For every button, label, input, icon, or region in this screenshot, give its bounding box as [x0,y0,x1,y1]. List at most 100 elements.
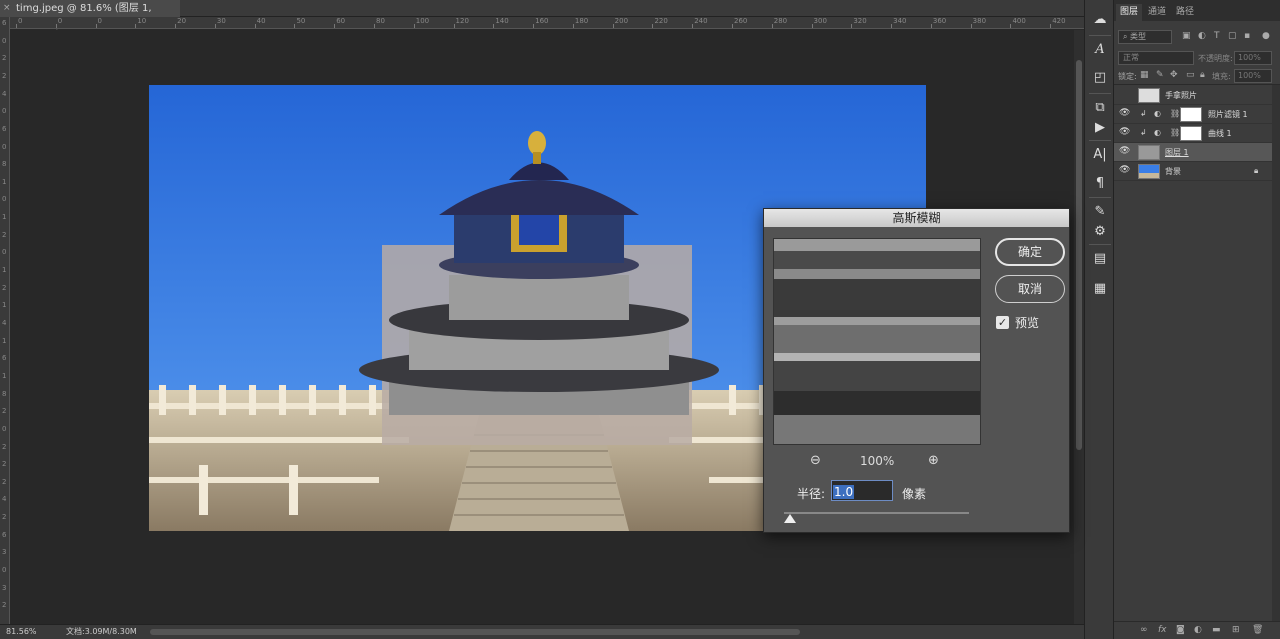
visibility-eye-icon[interactable]: 👁︎ [1119,165,1130,175]
fx-icon[interactable]: fx [1158,625,1167,635]
visibility-eye-icon[interactable]: 👁︎ [1119,127,1130,137]
ruler-tick-label: 1 [2,177,7,186]
link-layers-icon[interactable]: ∞ [1140,625,1148,635]
cc-libraries-icon[interactable]: ☁ [1090,10,1110,30]
new-group-icon[interactable]: ▬ [1212,625,1221,635]
lock-position-icon[interactable]: ✥ [1170,70,1178,80]
ruler-tick-label: 8 [2,389,7,398]
radius-input[interactable]: 1.0 [831,480,893,501]
layer-thumbnail [1138,164,1160,179]
ruler-tick [453,24,455,28]
clip-arrow-icon: ↲ [1140,109,1147,118]
ruler-tick-label: 140 [495,17,509,25]
preview-checkbox[interactable]: ✓ [996,316,1009,329]
pixel-filter-icon[interactable]: ▣ [1182,31,1191,41]
new-adjustment-icon[interactable]: ◐ [1194,625,1202,635]
ruler-tick [413,24,415,28]
layer-thumbnail [1138,145,1160,160]
zoom-level[interactable]: 81.56% [6,625,37,639]
lock-all-icon[interactable]: 🔒︎ [1200,70,1205,80]
character-icon[interactable]: A [1090,40,1110,60]
blend-mode-select[interactable]: 正常 [1118,51,1194,65]
paragraph-icon[interactable]: ¶ [1090,174,1110,194]
brush-icon[interactable]: ✎ [1090,202,1110,222]
ruler-tick-label: 0 [2,107,7,116]
panel-tabs: 图层 通道 路径 [1114,0,1280,21]
ruler-tick-label: 0 [2,566,7,575]
grid-icon[interactable]: ▦ [1090,279,1110,299]
adjustments-icon[interactable]: ⚙ [1090,222,1110,242]
radius-slider-thumb[interactable] [784,514,796,523]
fill-field[interactable]: 100% [1234,69,1272,83]
layer-row[interactable]: 👁︎ ↲ ◐ ⛓ 曲线 1 [1114,124,1272,143]
ruler-tick-label: 4 [2,89,7,98]
shape-filter-icon[interactable]: ▢ [1228,31,1237,41]
actions-icon[interactable]: ▶ [1090,118,1110,138]
opacity-field[interactable]: 100% [1234,51,1272,65]
radius-slider-track[interactable] [784,512,969,514]
layer-row[interactable]: 手拿照片 [1114,86,1272,105]
glyph-icon[interactable]: ◰ [1090,68,1110,88]
smart-object-filter-icon[interactable]: ▪ [1244,31,1250,41]
dialog-title[interactable]: 高斯模糊 [764,209,1069,227]
add-mask-icon[interactable]: ◙ [1176,625,1185,635]
filter-toggle-icon[interactable]: ● [1262,31,1270,41]
zoom-out-icon[interactable]: ⊖ [810,453,821,468]
canvas-vertical-scrollbar[interactable] [1076,60,1082,450]
ruler-tick-label: 280 [773,17,788,25]
new-layer-icon[interactable]: ⊞ [1232,625,1240,635]
ruler-tick-label: 0 [2,36,7,45]
tab-layers[interactable]: 图层 [1116,4,1143,21]
canvas-horizontal-scrollbar[interactable] [150,629,800,635]
horizontal-ruler[interactable]: 0 0 0 10 20 30 40 50 60 80 100 120 140 160 180 200 220 24… [10,17,1084,29]
paragraph-style-icon[interactable]: A| [1090,145,1110,165]
close-tab-icon[interactable]: × [3,0,11,17]
ruler-tick [1010,24,1012,28]
ruler-tick [493,24,495,28]
ruler-tick-label: 6 [2,19,7,27]
divider [1089,140,1111,141]
delete-layer-icon[interactable]: 🗑︎ [1252,625,1263,635]
document-tab[interactable]: × timg.jpeg @ 81.6% (图层 1, RGB/8#) * [0,0,180,31]
filter-kind-select[interactable]: ⌕ 类型 [1118,30,1172,44]
tab-paths[interactable]: 路径 [1172,4,1198,21]
lock-pixels-icon[interactable]: ✎ [1156,70,1164,80]
ruler-tick [214,24,216,28]
layer-row[interactable]: 👁︎ ↲ ◐ ⛓ 照片滤镜 1 [1114,105,1272,124]
layer-thumbnail [1138,88,1160,103]
visibility-eye-icon[interactable]: 👁︎ [1119,146,1130,156]
adjustment-filter-icon[interactable]: ◐ [1198,31,1206,41]
ok-button[interactable]: 确定 [995,238,1065,266]
ruler-tick-label: 200 [614,17,629,25]
vertical-ruler[interactable]: 6 0 2 2 4 0 6 0 8 1 0 1 2 0 1 2 1 4 1 6 1 8 2 0 2 2 2 4 2 6 3 0 3 2 [0,17,10,624]
zoom-in-icon[interactable]: ⊕ [928,453,939,468]
ruler-tick-label: 260 [734,17,748,25]
layers-scrollbar[interactable] [1272,85,1280,621]
lock-label: 锁定: [1118,72,1137,81]
ruler-tick-label: 0 [2,424,7,433]
layer-row-selected[interactable]: 👁︎ 图层 1 [1114,143,1272,162]
ruler-tick-label: 6 [2,124,7,133]
tab-channels[interactable]: 通道 [1144,4,1170,21]
ruler-tick-label: 0 [57,17,63,25]
visibility-eye-icon[interactable]: 👁︎ [1119,108,1130,118]
ruler-tick-label: 2 [2,442,7,451]
blur-preview-image [774,239,980,444]
layer-comps-icon[interactable]: ⧉ [1090,98,1110,118]
type-filter-icon[interactable]: T [1214,31,1220,41]
properties-icon[interactable]: ▤ [1090,249,1110,269]
lock-transparent-icon[interactable]: ▦ [1140,70,1149,80]
lock-artboard-icon[interactable]: ▭ [1186,70,1195,80]
ruler-tick-label: 0 [2,195,7,204]
ruler-tick-label: 380 [972,17,987,25]
ruler-tick [851,24,853,28]
layer-row[interactable]: 👁︎ 背景 🔒︎ [1114,162,1272,181]
blur-preview[interactable] [773,238,981,445]
ruler-tick-label: 2 [2,601,7,610]
layers-panel: 图层 通道 路径 ⌕ 类型 ▣ ◐ T ▢ ▪ ● 正常 不透明度: 100% … [1114,0,1280,639]
ruler-tick-label: 8 [2,160,7,169]
ruler-tick-label: 10 [137,17,147,25]
document-size[interactable]: 文档:3.09M/8.30M [66,625,137,639]
ruler-tick [891,24,893,28]
cancel-button[interactable]: 取消 [995,275,1065,303]
